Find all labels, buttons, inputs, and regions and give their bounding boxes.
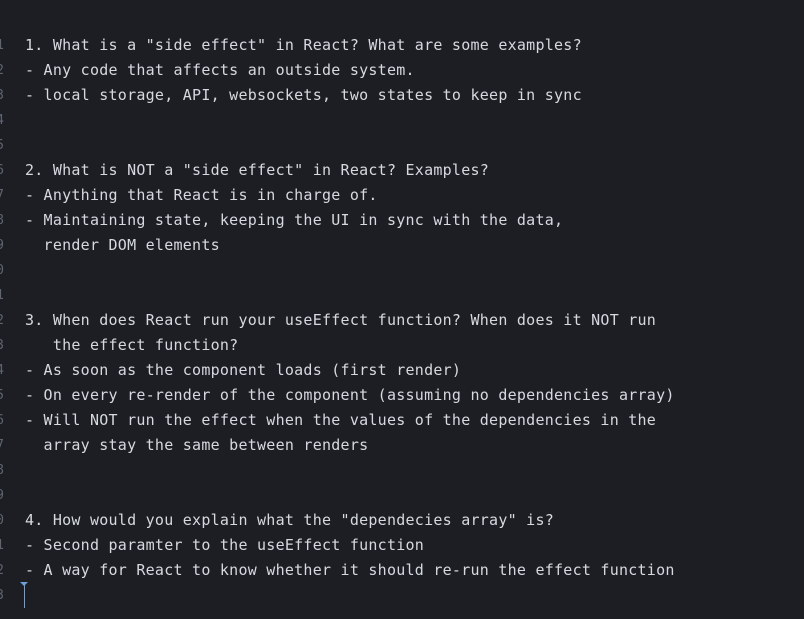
- line-number: 0: [0, 513, 4, 528]
- editor-line[interactable]: 9 render DOM elements: [0, 233, 804, 258]
- line-number: 2: [0, 563, 4, 578]
- editor-line[interactable]: 5: [0, 133, 804, 158]
- text-cursor: [24, 584, 25, 608]
- line-text[interactable]: the effect function?: [25, 333, 238, 358]
- editor-line[interactable]: 5 - On every re-render of the component …: [0, 383, 804, 408]
- editor-line[interactable]: 1 - Second paramter to the useEffect fun…: [0, 533, 804, 558]
- line-text[interactable]: - Any code that affects an outside syste…: [25, 58, 415, 83]
- line-text[interactable]: 2. What is NOT a "side effect" in React?…: [25, 158, 489, 183]
- line-text[interactable]: 1. What is a "side effect" in React? Wha…: [25, 33, 582, 58]
- editor-line[interactable]: 0: [0, 258, 804, 283]
- line-number: 8: [0, 463, 4, 478]
- line-number: 9: [0, 238, 4, 253]
- line-number: 7: [0, 188, 4, 203]
- line-number: 5: [0, 388, 4, 403]
- editor-line[interactable]: 7 - Anything that React is in charge of.: [0, 183, 804, 208]
- line-number: 5: [0, 138, 4, 153]
- line-text[interactable]: array stay the same between renders: [25, 433, 369, 458]
- line-number: 1: [0, 38, 4, 53]
- line-number: 2: [0, 313, 4, 328]
- line-number: 3: [0, 338, 4, 353]
- line-text[interactable]: - As soon as the component loads (first …: [25, 358, 461, 383]
- line-text[interactable]: - A way for React to know whether it sho…: [25, 558, 675, 583]
- editor-line[interactable]: 4: [0, 108, 804, 133]
- line-text[interactable]: - Maintaining state, keeping the UI in s…: [25, 208, 563, 233]
- editor-line[interactable]: 3: [0, 583, 804, 608]
- line-number: 8: [0, 213, 4, 228]
- editor-line[interactable]: 8: [0, 458, 804, 483]
- text-editor[interactable]: 1 1. What is a "side effect" in React? W…: [0, 0, 804, 619]
- editor-line[interactable]: 2 - A way for React to know whether it s…: [0, 558, 804, 583]
- line-number: 7: [0, 438, 4, 453]
- line-number: 6: [0, 163, 4, 178]
- editor-line[interactable]: 2 - Any code that affects an outside sys…: [0, 58, 804, 83]
- editor-line[interactable]: 1 1. What is a "side effect" in React? W…: [0, 33, 804, 58]
- line-number: 2: [0, 63, 4, 78]
- editor-line[interactable]: 6 2. What is NOT a "side effect" in Reac…: [0, 158, 804, 183]
- editor-line[interactable]: 7 array stay the same between renders: [0, 433, 804, 458]
- editor-line[interactable]: 9: [0, 483, 804, 508]
- line-text[interactable]: - Second paramter to the useEffect funct…: [25, 533, 424, 558]
- line-number: 4: [0, 363, 4, 378]
- editor-line[interactable]: 8 - Maintaining state, keeping the UI in…: [0, 208, 804, 233]
- editor-line[interactable]: 1: [0, 283, 804, 308]
- editor-line[interactable]: 3 the effect function?: [0, 333, 804, 358]
- editor-line[interactable]: 4 - As soon as the component loads (firs…: [0, 358, 804, 383]
- line-text[interactable]: 3. When does React run your useEffect fu…: [25, 308, 656, 333]
- line-text[interactable]: - Will NOT run the effect when the value…: [25, 408, 656, 433]
- line-number: 1: [0, 538, 4, 553]
- editor-line[interactable]: 6 - Will NOT run the effect when the val…: [0, 408, 804, 433]
- line-text[interactable]: - Anything that React is in charge of.: [25, 183, 378, 208]
- line-text[interactable]: - On every re-render of the component (a…: [25, 383, 675, 408]
- line-number: 3: [0, 588, 4, 603]
- line-number: 0: [0, 263, 4, 278]
- editor-line[interactable]: 0 4. How would you explain what the "dep…: [0, 508, 804, 533]
- line-number: 9: [0, 488, 4, 503]
- line-number: 4: [0, 113, 4, 128]
- editor-line[interactable]: 2 3. When does React run your useEffect …: [0, 308, 804, 333]
- line-number: 1: [0, 288, 4, 303]
- line-text[interactable]: 4. How would you explain what the "depen…: [25, 508, 554, 533]
- line-number: 3: [0, 88, 4, 103]
- line-number: 6: [0, 413, 4, 428]
- line-text[interactable]: render DOM elements: [25, 233, 220, 258]
- line-text[interactable]: - local storage, API, websockets, two st…: [25, 83, 582, 108]
- editor-line[interactable]: 3 - local storage, API, websockets, two …: [0, 83, 804, 108]
